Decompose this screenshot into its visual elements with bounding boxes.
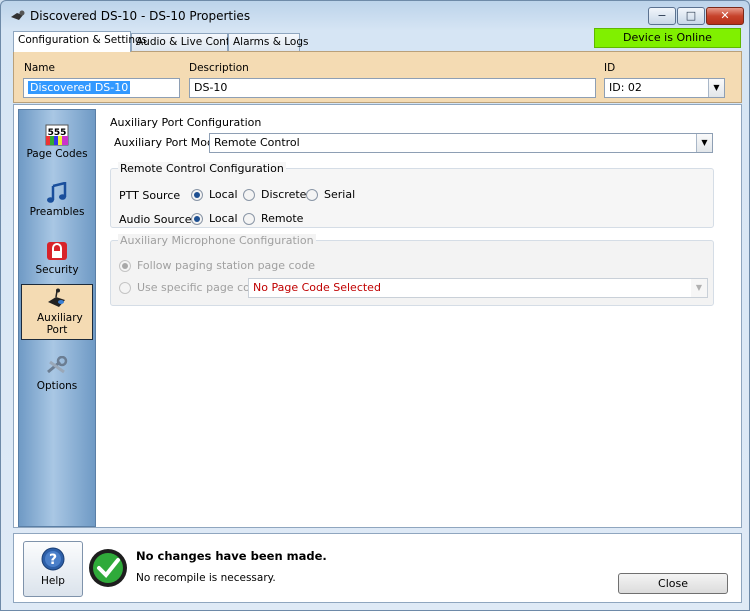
status-title: No changes have been made. xyxy=(136,549,327,563)
radio-dot xyxy=(191,188,203,201)
microphone-app-icon xyxy=(11,10,25,20)
radio-dot xyxy=(243,188,255,201)
sidebar-item-label: Preambles xyxy=(29,206,85,218)
window-title: Discovered DS-10 - DS-10 Properties xyxy=(30,9,251,23)
sidebar-item-label: Page Codes xyxy=(26,148,88,160)
radio-dot xyxy=(119,281,131,294)
help-label: Help xyxy=(41,575,65,587)
audio-remote-label: Remote xyxy=(261,212,304,225)
title-bar: Discovered DS-10 - DS-10 Properties − □ … xyxy=(1,1,749,31)
radio-dot xyxy=(191,212,203,225)
ptt-serial-radio[interactable]: Serial xyxy=(306,188,355,201)
sidebar-item-options[interactable]: Options xyxy=(21,350,93,404)
remote-control-title: Remote Control Configuration xyxy=(118,162,286,175)
id-label: ID xyxy=(604,62,616,74)
id-value: ID: 02 xyxy=(609,81,642,94)
maximize-button[interactable]: □ xyxy=(677,7,705,25)
description-field[interactable]: DS-10 xyxy=(189,78,596,98)
sidebar-item-security[interactable]: Security xyxy=(21,234,93,288)
ptt-discrete-radio[interactable]: Discrete xyxy=(243,188,306,201)
checkmark-icon xyxy=(89,549,127,587)
ptt-serial-label: Serial xyxy=(324,188,356,201)
audio-source-label: Audio Source xyxy=(119,213,192,226)
ptt-local-label: Local xyxy=(209,188,238,201)
follow-page-code-radio[interactable]: Follow paging station page code xyxy=(119,259,315,272)
follow-page-code-label: Follow paging station page code xyxy=(137,259,316,272)
page-codes-icon: 555 xyxy=(45,124,69,146)
aux-port-mode-label: Auxiliary Port Mode xyxy=(114,136,221,149)
audio-local-label: Local xyxy=(209,212,238,225)
ptt-discrete-label: Discrete xyxy=(261,188,307,201)
specific-page-code-radio[interactable]: Use specific page code xyxy=(119,281,264,294)
wrench-icon xyxy=(47,356,68,374)
svg-text:?: ? xyxy=(49,552,57,568)
radio-dot xyxy=(306,188,318,201)
main-panel: 555 Page Codes Preambles Security Auxili… xyxy=(13,104,742,528)
aux-port-mode-value: Remote Control xyxy=(214,136,300,149)
audio-remote-radio[interactable]: Remote xyxy=(243,212,303,225)
name-label: Name xyxy=(24,62,55,74)
minimize-button[interactable]: − xyxy=(648,7,676,25)
ptt-source-label: PTT Source xyxy=(119,189,181,202)
id-select[interactable]: ID: 02 ▼ xyxy=(604,78,725,98)
name-value: Discovered DS-10 xyxy=(28,81,131,94)
remote-control-group: Remote Control Configuration PTT Source … xyxy=(110,162,714,228)
status-detail: No recompile is necessary. xyxy=(136,572,276,584)
sidebar-item-auxiliary-port[interactable]: Auxiliary Port xyxy=(21,284,93,340)
specific-page-code-label: Use specific page code xyxy=(137,281,264,294)
sidebar-item-label: Security xyxy=(35,264,79,276)
help-icon: ? xyxy=(41,547,65,571)
music-note-icon xyxy=(47,182,67,203)
tab-alarms-logs[interactable]: Alarms & Logs xyxy=(228,33,308,51)
description-label: Description xyxy=(189,62,249,74)
device-info-panel: Name Discovered DS-10 Description DS-10 … xyxy=(13,51,742,103)
aux-microphone-group: Auxiliary Microphone Configuration Follo… xyxy=(110,234,714,306)
aux-microphone-title: Auxiliary Microphone Configuration xyxy=(118,234,316,247)
footer-bar: ? Help No changes have been made. No rec… xyxy=(13,533,742,603)
lock-icon xyxy=(47,242,67,260)
chevron-down-icon[interactable]: ▼ xyxy=(691,279,707,297)
ptt-local-radio[interactable]: Local xyxy=(191,188,238,201)
sidebar: 555 Page Codes Preambles Security Auxili… xyxy=(18,109,96,527)
microphone-icon xyxy=(48,288,65,307)
properties-window: Discovered DS-10 - DS-10 Properties − □ … xyxy=(0,0,750,611)
sidebar-item-page-codes[interactable]: 555 Page Codes xyxy=(21,118,93,172)
tab-configuration-settings[interactable]: Configuration & Settings xyxy=(13,31,147,52)
name-field[interactable]: Discovered DS-10 xyxy=(23,78,180,98)
radio-dot xyxy=(243,212,255,225)
section-title: Auxiliary Port Configuration xyxy=(110,116,262,129)
help-button[interactable]: ? Help xyxy=(23,541,83,597)
page-code-value: No Page Code Selected xyxy=(253,281,381,294)
sidebar-item-label: Options xyxy=(36,380,78,392)
close-window-button[interactable]: ✕ xyxy=(706,7,744,25)
close-button[interactable]: Close xyxy=(618,573,728,594)
sidebar-item-label: Auxiliary Port xyxy=(37,312,83,336)
aux-port-mode-select[interactable]: Remote Control ▼ xyxy=(209,133,713,153)
sidebar-item-preambles[interactable]: Preambles xyxy=(21,176,93,230)
chevron-down-icon[interactable]: ▼ xyxy=(696,134,712,152)
radio-dot xyxy=(119,259,131,272)
device-status-badge: Device is Online xyxy=(594,28,741,48)
audio-local-radio[interactable]: Local xyxy=(191,212,238,225)
page-code-select[interactable]: No Page Code Selected ▼ xyxy=(248,278,708,298)
chevron-down-icon[interactable]: ▼ xyxy=(708,79,724,97)
svg-text:555: 555 xyxy=(48,128,67,138)
